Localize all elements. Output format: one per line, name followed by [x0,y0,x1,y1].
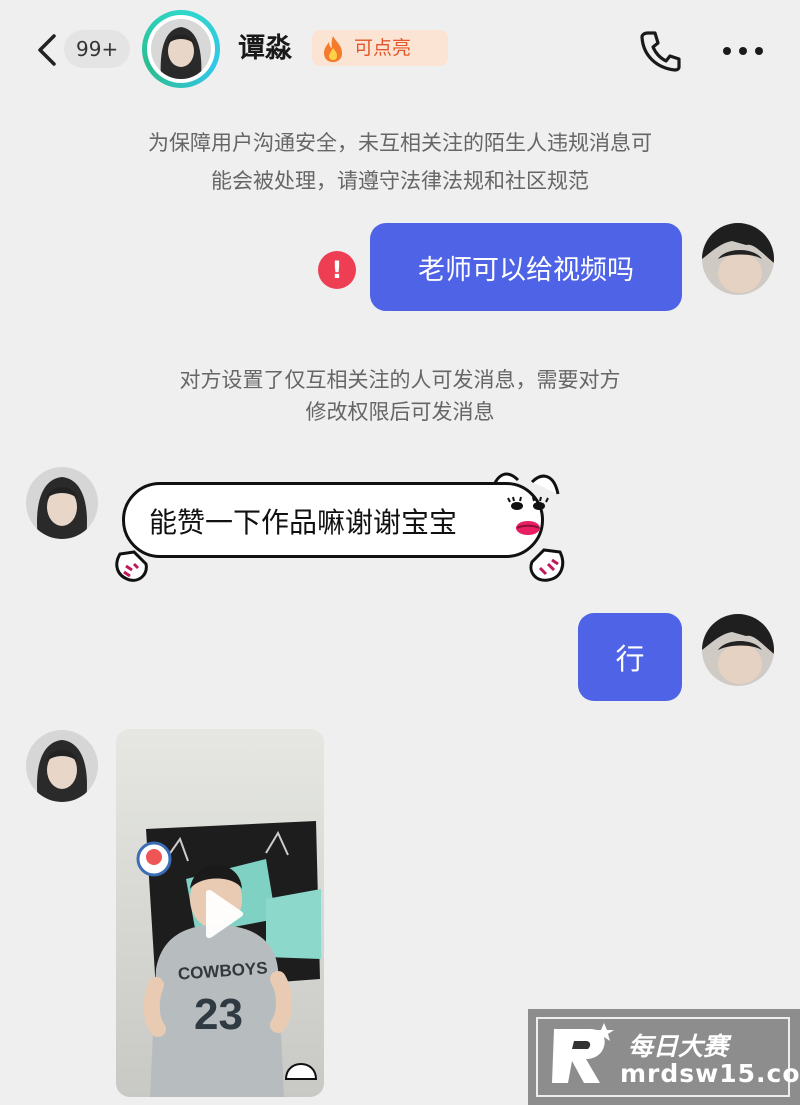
outgoing-message[interactable]: 老师可以给视频吗 [370,223,682,311]
watermark-brand: 每日大赛 [628,1032,729,1061]
spark-badge[interactable]: 可点亮 [312,30,448,66]
avatar-photo [151,19,211,79]
watermark: 每日大赛 mrdsw15.com [528,1009,800,1105]
my-avatar[interactable] [702,223,774,295]
safety-notice-line: 能会被处理，请遵守法律法规和社区规范 [211,169,589,193]
flame-icon [324,36,342,62]
my-avatar[interactable] [702,614,774,686]
restriction-notice: 对方设置了仅互相关注的人可发消息，需要对方 修改权限后可发消息 [110,364,690,428]
call-button[interactable] [636,28,684,74]
error-icon[interactable]: ! [318,251,356,289]
brand-logo-icon [552,1023,614,1083]
avatar-photo [26,467,98,539]
back-arrow-icon [38,34,56,66]
more-options-button[interactable] [718,36,768,66]
avatar-photo [702,223,774,295]
cat-face-icon [507,496,549,535]
contact-name[interactable]: 谭淼 [238,29,292,69]
restriction-notice-line: 修改权限后可发消息 [305,400,495,424]
contact-avatar[interactable] [142,10,220,88]
play-icon[interactable] [200,889,244,939]
shirt-number: 23 [194,990,243,1039]
chat-header: 99+ 谭淼 可点亮 [0,0,800,105]
safety-notice-line: 为保障用户沟通安全，未互相关注的陌生人违规消息可 [148,131,652,155]
avatar-photo [26,730,98,802]
restriction-notice-line: 对方设置了仅互相关注的人可发消息，需要对方 [179,368,621,392]
watermark-url: mrdsw15.com [620,1059,800,1088]
more-icon [723,47,763,55]
contact-message-avatar[interactable] [26,730,98,802]
contact-message-avatar[interactable] [26,467,98,539]
unread-count-badge[interactable]: 99+ [64,30,131,68]
phone-icon [640,31,681,72]
safety-notice: 为保障用户沟通安全，未互相关注的陌生人违规消息可 能会被处理，请遵守法律法规和社… [60,124,740,200]
back-button[interactable] [30,30,64,70]
incoming-message-text: 能赞一下作品嘛谢谢宝宝 [122,482,544,558]
incoming-sticker-message[interactable]: 能赞一下作品嘛谢谢宝宝 [112,468,568,588]
video-message[interactable]: COWBOYS 23 [116,729,324,1097]
spark-label: 可点亮 [354,37,412,59]
avatar-photo [702,614,774,686]
outgoing-message[interactable]: 行 [578,613,682,701]
